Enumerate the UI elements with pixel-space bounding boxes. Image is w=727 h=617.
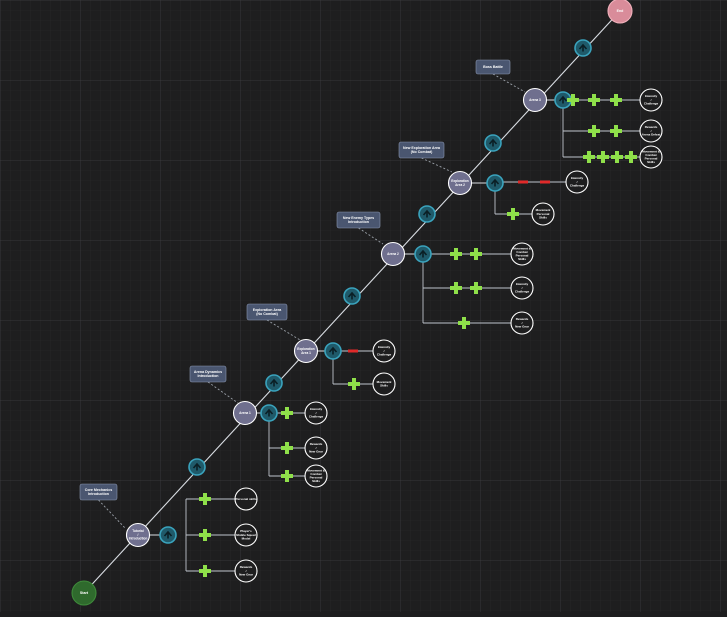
callout-box: New Exploration Area(No Combat) <box>398 141 445 159</box>
node-label-line: Skills <box>380 384 388 388</box>
connector-node[interactable] <box>260 404 278 422</box>
plus-icon-v <box>614 94 618 106</box>
connector-node[interactable] <box>414 245 432 263</box>
outcome-node-a2c[interactable]: Rewards/New Gear <box>510 311 534 335</box>
stage-node-arena3[interactable]: Arena 3 <box>522 87 548 113</box>
progression-flow-diagram: Start End Tutorial/Introduction Arena 1 Expl… <box>0 0 727 612</box>
callout-box: Exploration Area(No Combat) <box>246 303 288 321</box>
node-label-line: New Gear <box>239 572 254 576</box>
outcome-node-a2b[interactable]: Intensity/Challenge <box>510 276 534 300</box>
connector-node[interactable] <box>265 374 283 392</box>
plus-icon-v <box>203 565 207 577</box>
start-node[interactable]: Start <box>71 580 97 606</box>
callout-box: Arena DynamicsIntroduction <box>189 365 227 383</box>
connector-node[interactable] <box>486 174 504 192</box>
node-label-line: Introduction <box>348 220 369 224</box>
outcome-node-a3b[interactable]: Rewards/Arena Defeat <box>639 119 663 143</box>
stage-node-tutorial[interactable]: Tutorial/Introduction <box>125 522 151 548</box>
plus-icon-v <box>285 442 289 454</box>
node-label-line: Skills <box>539 215 547 219</box>
outcome-node-t2[interactable]: Player'sMobile SquadModel <box>234 523 258 547</box>
minus-icon <box>540 180 550 184</box>
outcome-node-a1a[interactable]: Intensity/Challenge <box>304 401 328 425</box>
node-label-line: Area 1 <box>301 351 311 355</box>
plus-icon-v <box>511 208 515 220</box>
plus-icon-v <box>454 248 458 260</box>
outcome-node-e1b[interactable]: MovementSkills <box>372 372 396 396</box>
plus-icon-v <box>587 151 591 163</box>
stage-node-explore2[interactable]: ExplorationArea 2 <box>447 170 473 196</box>
outcome-node-t1[interactable]: Personal skills <box>234 487 258 511</box>
outcome-node-e1a[interactable]: Intensity/Challenge <box>372 339 396 363</box>
connector-node[interactable] <box>343 287 361 305</box>
stage-node-arena2[interactable]: Arena 2 <box>380 241 406 267</box>
node-label-line: Boss Battle <box>483 65 503 69</box>
node-label-line: Arena 1 <box>239 411 251 415</box>
outcome-node-e2b[interactable]: MovementPersonalSkills <box>531 202 555 226</box>
grid-background <box>0 0 727 612</box>
minus-icon <box>348 349 358 353</box>
node-label-line: End <box>617 9 624 13</box>
outcome-node-a3a[interactable]: Intensity/Challenge <box>639 88 663 112</box>
plus-icon-v <box>592 125 596 137</box>
plus-icon-v <box>601 151 605 163</box>
plus-icon-v <box>474 282 478 294</box>
outcome-node-t3[interactable]: Rewards/New Gear <box>234 559 258 583</box>
node-label-line: Challenge <box>644 101 659 105</box>
outcome-node-e2a[interactable]: Intensity/Challenge <box>565 170 589 194</box>
node-label-line: Area 2 <box>455 183 465 187</box>
node-label-line: Skills <box>518 257 526 261</box>
plus-icon-v <box>203 529 207 541</box>
outcome-node-a3c[interactable]: Movement &CombatPersonalSkills <box>639 145 663 169</box>
stage-node-explore1[interactable]: ExplorationArea 1 <box>293 338 319 364</box>
connector-node[interactable] <box>418 205 436 223</box>
node-label-line: Introduction <box>88 492 109 496</box>
node-label-line: Challenge <box>570 183 585 187</box>
connector-node[interactable] <box>188 458 206 476</box>
flow-diagram-canvas: Start End Tutorial / Introduction Arena 1 Expl… <box>0 0 727 612</box>
plus-icon-v <box>615 151 619 163</box>
outcome-node-a1c[interactable]: Movement &CombatPersonalSkills <box>304 464 328 488</box>
node-label-line: (No Combat) <box>256 312 278 316</box>
node-label-line: Challenge <box>515 289 530 293</box>
stage-node-arena1[interactable]: Arena 1 <box>232 400 258 426</box>
plus-icon-v <box>629 151 633 163</box>
plus-icon-v <box>203 493 207 505</box>
node-label-line: Arena 2 <box>387 252 399 256</box>
end-node[interactable]: End <box>607 0 633 24</box>
outcome-node-a1b[interactable]: Rewards/New Gear <box>304 436 328 460</box>
plus-icon-v <box>474 248 478 260</box>
node-label-line: Challenge <box>309 414 324 418</box>
connector-node[interactable] <box>324 342 342 360</box>
node-label-line: Skills <box>647 160 655 164</box>
node-label-line: Introduction <box>198 374 219 378</box>
node-label-line: New Gear <box>309 449 324 453</box>
plus-icon-v <box>614 125 618 137</box>
minus-icon <box>518 180 528 184</box>
plus-icon-v <box>592 94 596 106</box>
node-label-line: Skills <box>312 479 320 483</box>
callout-box: Boss Battle <box>475 59 511 75</box>
node-label-line: Personal skills <box>235 497 256 501</box>
plus-icon-v <box>285 407 289 419</box>
connector-node[interactable] <box>159 526 177 544</box>
node-label-line: (No Combat) <box>411 150 433 154</box>
connector-node[interactable] <box>484 134 502 152</box>
plus-icon-v <box>462 317 466 329</box>
plus-icon-v <box>285 470 289 482</box>
plus-icon-v <box>352 378 356 390</box>
outcome-node-a2a[interactable]: Movement &CombatPersonalSkills <box>510 242 534 266</box>
callout-box: Core MechanicsIntroduction <box>79 483 118 501</box>
connector-node[interactable] <box>574 39 592 57</box>
plus-icon-v <box>571 94 575 106</box>
plus-icon-v <box>454 282 458 294</box>
callout-box: New Enemy TypesIntroduction <box>336 211 381 229</box>
node-label-line: New Gear <box>515 324 530 328</box>
node-label-line: Arena 3 <box>529 98 541 102</box>
node-label-line: Introduction <box>129 537 148 541</box>
node-label-line: Challenge <box>377 352 392 356</box>
node-label-line: Model <box>242 536 251 540</box>
node-label-line: Arena Defeat <box>642 132 661 136</box>
node-label-line: Start <box>80 591 89 595</box>
